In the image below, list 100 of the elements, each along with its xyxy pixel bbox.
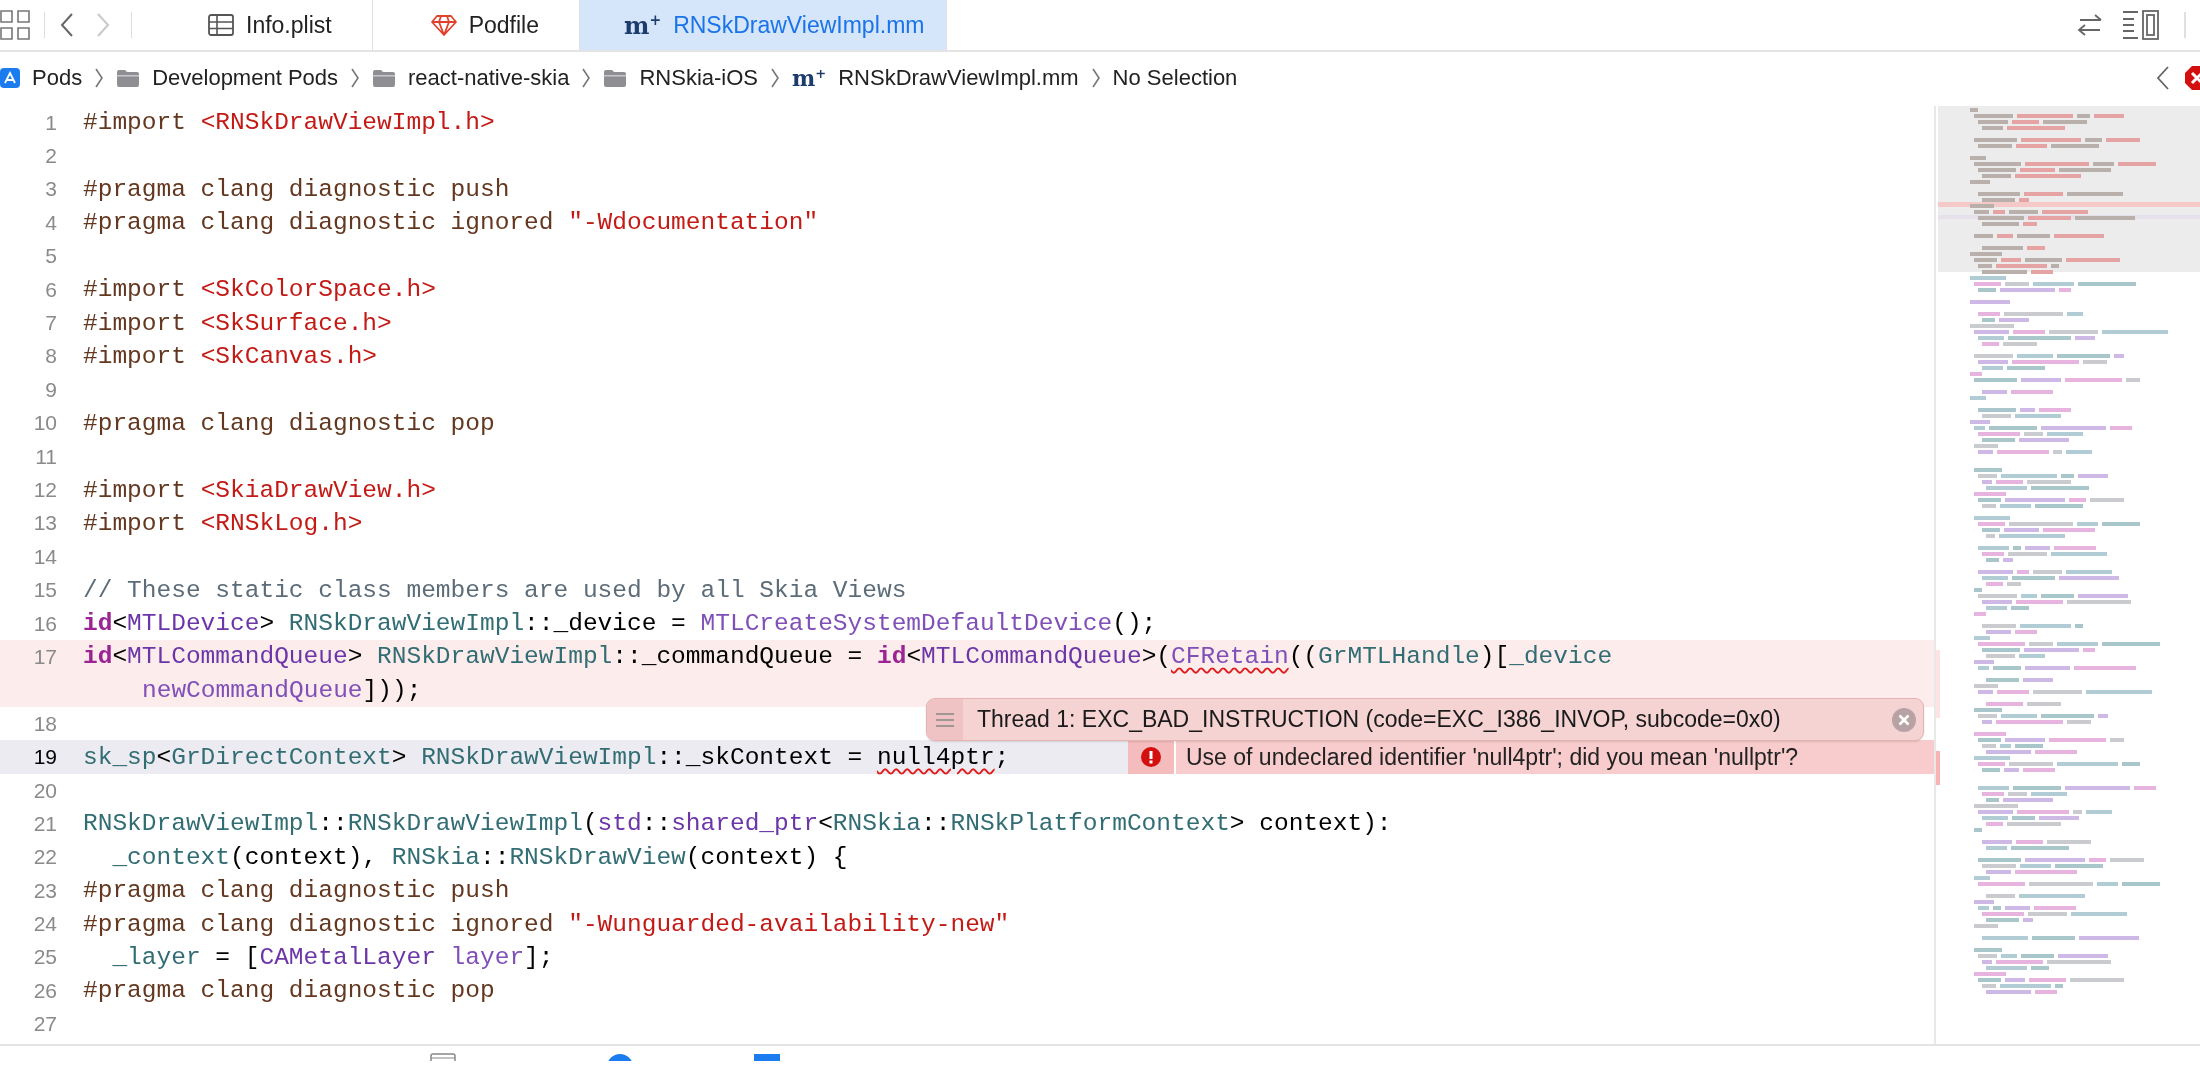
swap-arrows-icon[interactable] <box>2076 13 2104 37</box>
breadcrumb-item[interactable]: No Selection <box>1112 65 1238 91</box>
code-token: MTLCommandQueue <box>921 643 1142 671</box>
code-token: :: <box>480 843 510 871</box>
close-icon[interactable] <box>1891 706 1917 733</box>
code-token: _device <box>1509 643 1613 671</box>
breadcrumb-item[interactable]: react-native-skia <box>372 65 570 91</box>
error-icon <box>1140 746 1162 769</box>
code-token: GrMTLHandle <box>1318 643 1480 671</box>
code-token: null4ptr <box>876 743 995 771</box>
code-token: newCommandQueue <box>142 676 363 704</box>
code-token: #import <box>83 342 187 370</box>
code-token: > <box>259 610 276 638</box>
code-token: ( <box>582 810 598 838</box>
line-number: 2 <box>44 144 57 169</box>
line-number: 24 <box>32 912 57 937</box>
code-token: #import <box>83 109 187 137</box>
code-token: > <box>347 643 364 671</box>
code-token: #pragma clang diagnostic push <box>83 877 510 905</box>
line-number: 11 <box>34 444 57 469</box>
breadcrumb-item[interactable]: m$^{+}$ RNSkDrawViewImpl.mm <box>792 65 1079 91</box>
code-token: #pragma clang diagnostic pop <box>83 409 495 437</box>
line-number: 20 <box>32 778 57 803</box>
tab[interactable]: Info.plist <box>150 0 373 50</box>
breadcrumb-item[interactable]: Development Pods <box>116 65 339 91</box>
line-number: 14 <box>32 544 57 569</box>
line-number: 1 <box>44 110 57 135</box>
code-token: id <box>83 610 113 638</box>
code-token: < <box>906 643 922 671</box>
chevron-icon <box>581 67 592 89</box>
line-number: 4 <box>44 210 57 235</box>
code-token: < <box>112 643 128 671</box>
breadcrumb-item[interactable]: Pods <box>0 65 83 91</box>
line-number: 9 <box>44 377 57 402</box>
code-token: RNSkDrawViewImpl <box>377 643 613 671</box>
code-token: RNSkia <box>391 843 480 871</box>
code-token: = [ <box>214 943 260 971</box>
code-token: RNSkDrawViewImpl <box>347 810 583 838</box>
code-token: < <box>112 610 128 638</box>
code-token: (context) { <box>685 843 848 871</box>
code-token: #pragma clang diagnostic ignored <box>83 910 555 938</box>
code-token: id <box>876 643 907 671</box>
code-token: ::_skContext = <box>656 743 864 771</box>
line-number: 15 <box>32 578 57 603</box>
line-number: 10 <box>32 411 57 436</box>
code-token: std <box>597 810 642 838</box>
line-number: 25 <box>32 945 57 970</box>
app-icon <box>0 67 20 89</box>
code-token: (); <box>1112 610 1157 638</box>
code-token: >( <box>1141 643 1172 671</box>
line-number: 17 <box>32 644 57 669</box>
code-token: :: <box>318 810 348 838</box>
line-number: 26 <box>32 978 57 1003</box>
code-token: ::_device = <box>524 610 687 638</box>
code-token: RNSkDrawViewImpl <box>421 743 657 771</box>
code-token: :: <box>921 810 951 838</box>
back-icon[interactable] <box>2156 65 2170 91</box>
gem-icon <box>430 14 457 36</box>
code-token: "-Wunguarded-availability-new" <box>568 910 1010 938</box>
editor-layout-icon[interactable] <box>2122 10 2160 40</box>
code-token: sk_sp <box>83 743 157 771</box>
code-token: #pragma clang diagnostic ignored <box>83 209 555 237</box>
code-token: <SkiaDrawView.h> <box>200 476 436 504</box>
line-number: 16 <box>32 611 57 636</box>
folder-icon <box>603 68 628 88</box>
tab[interactable]: Podfile <box>372 0 580 50</box>
file-type-icon: m$^{+}$ <box>792 66 827 90</box>
folder-icon <box>372 68 397 88</box>
line-number: 18 <box>32 711 57 736</box>
code-token: RNSkDrawViewImpl <box>83 810 319 838</box>
code-token: ]; <box>524 943 554 971</box>
back-icon[interactable] <box>59 11 75 39</box>
code-token: ; <box>994 743 1010 771</box>
line-number: 22 <box>32 845 57 870</box>
chevron-icon <box>770 67 780 89</box>
file-type-icon: m$^{+}$ <box>624 12 662 38</box>
code-token: CAMetalLayer <box>259 943 436 971</box>
code-token: _context <box>111 843 231 871</box>
breadcrumb-item[interactable]: RNSkia-iOS <box>603 65 758 91</box>
code-token: > <box>391 743 408 771</box>
tab[interactable]: m$^{+}$ RNSkDrawViewImpl.mm <box>580 0 948 50</box>
code-token: ::_commandQueue = <box>612 643 864 671</box>
code-token: MTLCreateSystemDefaultDevice <box>700 610 1113 638</box>
code-token: CFRetain <box>1171 643 1289 671</box>
code-token: GrDirectContext <box>171 743 392 771</box>
line-number: 12 <box>32 478 57 502</box>
line-number: 19 <box>32 745 57 770</box>
code-token: #import <box>83 509 187 537</box>
line-number: 3 <box>44 177 57 202</box>
code-token: shared_ptr <box>671 810 819 838</box>
code-token: <SkCanvas.h> <box>200 342 378 370</box>
code-token: RNSkPlatformContext <box>950 810 1230 838</box>
line-number: 13 <box>32 511 57 536</box>
code-token: _layer <box>111 943 201 971</box>
code-token: (context), <box>230 843 379 871</box>
code-token: #pragma clang diagnostic pop <box>83 977 495 1005</box>
code-token: < <box>156 743 172 771</box>
code-token: <SkColorSpace.h> <box>200 276 436 304</box>
line-number: 21 <box>32 811 57 836</box>
code-token: #import <box>83 476 187 504</box>
